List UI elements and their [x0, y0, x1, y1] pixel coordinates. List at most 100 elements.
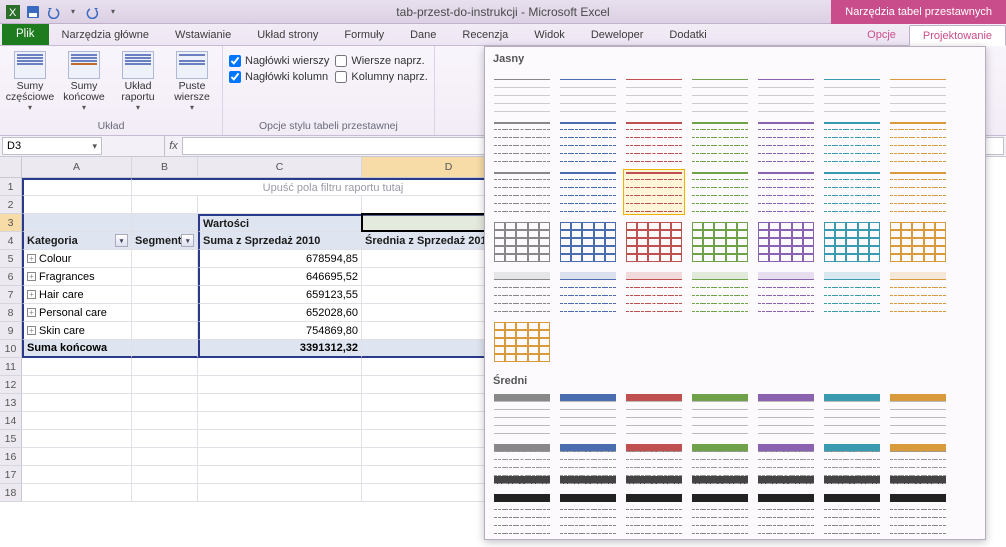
style-thumb[interactable] — [491, 441, 553, 487]
fx-icon[interactable]: fx — [164, 136, 182, 156]
pivot-row-item[interactable]: +Hair care — [22, 286, 132, 304]
report-layout-button[interactable]: Układ raportu ▾ — [114, 51, 162, 112]
style-thumb[interactable] — [755, 69, 817, 115]
row-header[interactable]: 12 — [0, 376, 22, 394]
style-thumb[interactable] — [623, 69, 685, 115]
style-thumb[interactable] — [755, 169, 817, 215]
style-thumb[interactable] — [821, 169, 883, 215]
cell[interactable] — [22, 178, 132, 196]
cell[interactable] — [132, 466, 198, 484]
cell[interactable] — [132, 430, 198, 448]
cell[interactable] — [22, 448, 132, 466]
style-thumb[interactable] — [689, 491, 751, 537]
column-header[interactable]: A — [22, 157, 132, 178]
chevron-down-icon[interactable]: ▾ — [92, 141, 97, 152]
style-thumb[interactable] — [557, 491, 619, 537]
row-field-header[interactable]: Kategoria▾ — [22, 232, 132, 250]
style-thumb[interactable] — [491, 319, 553, 365]
style-thumb[interactable] — [755, 491, 817, 537]
expand-icon[interactable]: + — [27, 290, 36, 299]
cell[interactable] — [132, 358, 198, 376]
style-thumb[interactable] — [689, 269, 751, 315]
cell[interactable] — [198, 484, 362, 502]
style-thumb[interactable] — [689, 219, 751, 265]
cell[interactable] — [132, 286, 198, 304]
banded-cols-checkbox[interactable]: Kolumny naprz. — [335, 71, 427, 83]
style-thumb[interactable] — [821, 69, 883, 115]
tab-design[interactable]: Projektowanie — [909, 25, 1006, 46]
cell[interactable] — [132, 484, 198, 502]
cell[interactable] — [132, 304, 198, 322]
pivot-filter-drop[interactable]: Upuść pola filtru raportu tutaj — [132, 178, 536, 196]
cell[interactable] — [198, 448, 362, 466]
style-thumb[interactable] — [887, 391, 949, 437]
style-thumb[interactable] — [623, 441, 685, 487]
row-header[interactable]: 2 — [0, 196, 22, 214]
tab-data[interactable]: Dane — [397, 24, 449, 45]
tab-review[interactable]: Recenzja — [449, 24, 521, 45]
style-thumb[interactable] — [689, 441, 751, 487]
pivot-row-item[interactable]: +Skin care — [22, 322, 132, 340]
cell[interactable] — [198, 196, 362, 214]
expand-icon[interactable]: + — [27, 326, 36, 335]
pivot-row-item[interactable]: +Fragrances — [22, 268, 132, 286]
cell[interactable]: Wartości — [198, 214, 362, 232]
cell[interactable]: 3391312,32 — [198, 340, 362, 358]
style-thumb[interactable] — [689, 169, 751, 215]
cell[interactable] — [132, 376, 198, 394]
cell[interactable] — [198, 376, 362, 394]
expand-icon[interactable]: + — [27, 272, 36, 281]
style-thumb[interactable] — [755, 219, 817, 265]
cell[interactable] — [132, 214, 198, 232]
cell[interactable]: 659123,55 — [198, 286, 362, 304]
tab-formulas[interactable]: Formuły — [331, 24, 397, 45]
row-header[interactable]: 5 — [0, 250, 22, 268]
style-thumb[interactable] — [557, 119, 619, 165]
style-thumb[interactable] — [491, 119, 553, 165]
row-header[interactable]: 10 — [0, 340, 22, 358]
expand-icon[interactable]: + — [27, 254, 36, 263]
style-thumb[interactable] — [755, 441, 817, 487]
cell[interactable] — [198, 466, 362, 484]
cell[interactable] — [22, 484, 132, 502]
row-header[interactable]: 14 — [0, 412, 22, 430]
style-thumb[interactable] — [491, 491, 553, 537]
qat-customize-icon[interactable]: ▾ — [104, 3, 122, 21]
cell[interactable] — [198, 394, 362, 412]
tab-home[interactable]: Narzędzia główne — [49, 24, 162, 45]
filter-dropdown-icon[interactable]: ▾ — [181, 234, 194, 247]
style-thumb[interactable] — [623, 119, 685, 165]
cell[interactable] — [22, 358, 132, 376]
style-thumb[interactable] — [623, 169, 685, 215]
tab-file[interactable]: Plik — [2, 23, 49, 45]
row-header[interactable]: 13 — [0, 394, 22, 412]
cell[interactable] — [132, 412, 198, 430]
cell[interactable] — [22, 466, 132, 484]
name-box[interactable]: D3 ▾ — [2, 137, 102, 155]
cell[interactable] — [22, 412, 132, 430]
cell[interactable] — [22, 196, 132, 214]
style-thumb[interactable] — [821, 269, 883, 315]
style-thumb[interactable] — [623, 219, 685, 265]
style-thumb[interactable] — [557, 269, 619, 315]
gallery-scroll[interactable]: Jasny Średni — [485, 47, 985, 539]
cell[interactable] — [22, 394, 132, 412]
subtotals-button[interactable]: Sumy częściowe ▾ — [6, 51, 54, 112]
tab-insert[interactable]: Wstawianie — [162, 24, 244, 45]
style-thumb[interactable] — [755, 269, 817, 315]
tab-page-layout[interactable]: Układ strony — [244, 24, 331, 45]
style-thumb[interactable] — [557, 69, 619, 115]
filter-dropdown-icon[interactable]: ▾ — [115, 234, 128, 247]
banded-rows-checkbox[interactable]: Wiersze naprz. — [335, 55, 427, 67]
row-header[interactable]: 17 — [0, 466, 22, 484]
style-thumb[interactable] — [623, 391, 685, 437]
undo-icon[interactable] — [44, 3, 62, 21]
row-header[interactable]: 1 — [0, 178, 22, 196]
col-field-header[interactable]: Segment▾ — [132, 232, 198, 250]
column-header[interactable]: B — [132, 157, 198, 178]
row-header[interactable]: 11 — [0, 358, 22, 376]
style-thumb[interactable] — [623, 269, 685, 315]
cell[interactable] — [132, 250, 198, 268]
cell[interactable] — [132, 394, 198, 412]
style-thumb[interactable] — [887, 169, 949, 215]
